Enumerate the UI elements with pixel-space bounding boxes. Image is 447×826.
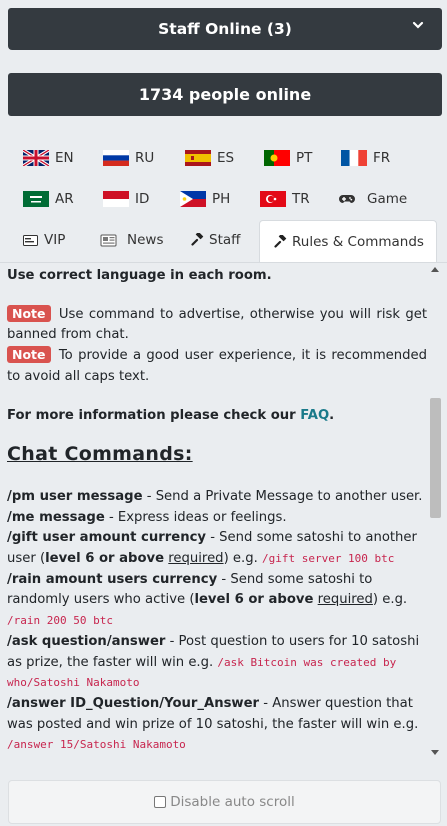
saudi-flag-icon — [23, 191, 49, 207]
rules-text: Use correct language in each room. Note … — [7, 263, 427, 756]
disable-auto-scroll-button[interactable]: Disable auto scroll — [8, 780, 441, 824]
scrollbar-thumb[interactable] — [430, 398, 441, 518]
note-advertise-text: Use command to advertise, otherwise you … — [7, 306, 427, 343]
tab-ru-label: RU — [135, 150, 155, 166]
tab-staff[interactable]: Staff — [191, 220, 240, 260]
tab-fr-label: FR — [373, 150, 391, 166]
gamepad-icon — [339, 195, 355, 203]
command-desc-2: ) e.g. — [372, 592, 408, 608]
more-info: For more information please check our FA… — [7, 406, 427, 427]
tab-rules-label: Rules & Commands — [292, 234, 424, 250]
level-requirement: level 6 or above — [45, 551, 165, 567]
command-name: /answer ID_Question/Your_Answer — [7, 695, 260, 711]
staff-online-label: Staff Online (3) — [158, 20, 292, 38]
required-text: required — [168, 551, 224, 567]
command-answer: /answer ID_Question/Your_Answer - Answer… — [7, 694, 427, 756]
gavel-icon — [274, 235, 287, 248]
command-name: /gift user amount currency — [7, 530, 207, 546]
scroll-down-arrow-icon[interactable] — [431, 750, 439, 755]
tab-staff-label: Staff — [209, 232, 241, 248]
level-requirement: level 6 or above — [194, 592, 314, 608]
tab-game[interactable]: Game — [339, 179, 407, 219]
tab-ar[interactable]: AR — [23, 179, 74, 219]
chevron-down-icon — [412, 21, 424, 29]
people-online-bar: 1734 people online — [8, 73, 442, 116]
spain-flag-icon — [185, 150, 211, 166]
tab-fr[interactable]: FR — [341, 138, 390, 178]
content-scrollbar[interactable] — [428, 262, 442, 762]
command-gift: /gift user amount currency - Send some s… — [7, 528, 427, 569]
period: . — [329, 407, 335, 423]
tab-ar-label: AR — [55, 191, 74, 207]
tab-game-label: Game — [367, 191, 408, 207]
vip-card-icon — [23, 234, 38, 246]
command-example: /rain 200 50 btc — [7, 614, 113, 628]
command-rain: /rain amount users currency - Send some … — [7, 570, 427, 632]
tab-es[interactable]: ES — [185, 138, 234, 178]
tab-vip[interactable]: VIP — [23, 220, 65, 260]
tab-pt[interactable]: PT — [264, 138, 312, 178]
note-caps-text: To provide a good user experience, it is… — [7, 348, 427, 384]
france-flag-icon — [341, 150, 367, 166]
command-name: /me message — [7, 509, 105, 525]
tab-rules-commands[interactable]: Rules & Commands — [259, 220, 437, 263]
note-advertise: Note Use command to advertise, otherwise… — [7, 304, 427, 346]
russia-flag-icon — [103, 150, 129, 166]
tab-ru[interactable]: RU — [103, 138, 154, 178]
tab-ph-label: PH — [212, 191, 231, 207]
gavel-icon — [191, 233, 204, 246]
tab-id[interactable]: ID — [103, 179, 149, 219]
scroll-up-arrow-icon[interactable] — [431, 267, 439, 272]
auto-scroll-label: Disable auto scroll — [170, 794, 295, 810]
note-badge: Note — [7, 304, 51, 322]
command-desc-2: ) e.g. — [223, 551, 262, 567]
command-name: /pm user message — [7, 488, 143, 504]
tab-tr[interactable]: TR — [260, 179, 310, 219]
faq-link[interactable]: FAQ — [300, 408, 329, 423]
tab-en-label: EN — [55, 150, 74, 166]
command-desc: - Express ideas or feelings. — [104, 509, 287, 525]
note-badge: Note — [7, 346, 51, 364]
tab-news[interactable]: News — [100, 220, 163, 260]
indonesia-flag-icon — [103, 191, 129, 207]
command-ask: /ask question/answer - Post question to … — [7, 632, 427, 694]
tab-tr-label: TR — [292, 191, 310, 207]
command-name: /rain amount users currency — [7, 571, 218, 587]
rule-language: Use correct language in each room. — [7, 268, 272, 283]
command-example: /answer 15/Satoshi Nakamoto — [7, 738, 186, 752]
turkey-flag-icon — [260, 191, 286, 207]
command-name: /ask question/answer — [7, 633, 166, 649]
rules-content-panel[interactable]: Use correct language in each room. Note … — [0, 262, 447, 764]
people-online-label: 1734 people online — [138, 85, 312, 104]
note-caps: Note To provide a good user experience, … — [7, 346, 427, 387]
tab-news-label: News — [127, 232, 164, 248]
tab-ph[interactable]: PH — [180, 179, 230, 219]
chat-commands-heading: Chat Commands: — [7, 443, 193, 466]
tab-vip-label: VIP — [44, 232, 66, 248]
tab-es-label: ES — [217, 150, 235, 166]
auto-scroll-checkbox[interactable] — [154, 796, 167, 808]
more-info-text: For more information please check our — [7, 407, 301, 423]
command-desc: - Send a Private Message to another user… — [142, 488, 423, 504]
command-example: /gift server 100 btc — [261, 552, 395, 566]
command-pm: /pm user message - Send a Private Messag… — [7, 487, 427, 508]
tab-id-label: ID — [135, 191, 150, 207]
staff-online-bar[interactable]: Staff Online (3) — [8, 8, 442, 50]
newspaper-icon — [100, 234, 117, 246]
required-text: required — [317, 592, 373, 608]
tab-pt-label: PT — [296, 150, 313, 166]
portugal-flag-icon — [264, 150, 290, 166]
tab-en[interactable]: EN — [23, 138, 74, 178]
philippines-flag-icon — [180, 191, 206, 207]
command-me: /me message - Express ideas or feelings. — [7, 508, 427, 529]
uk-flag-icon — [23, 150, 49, 166]
